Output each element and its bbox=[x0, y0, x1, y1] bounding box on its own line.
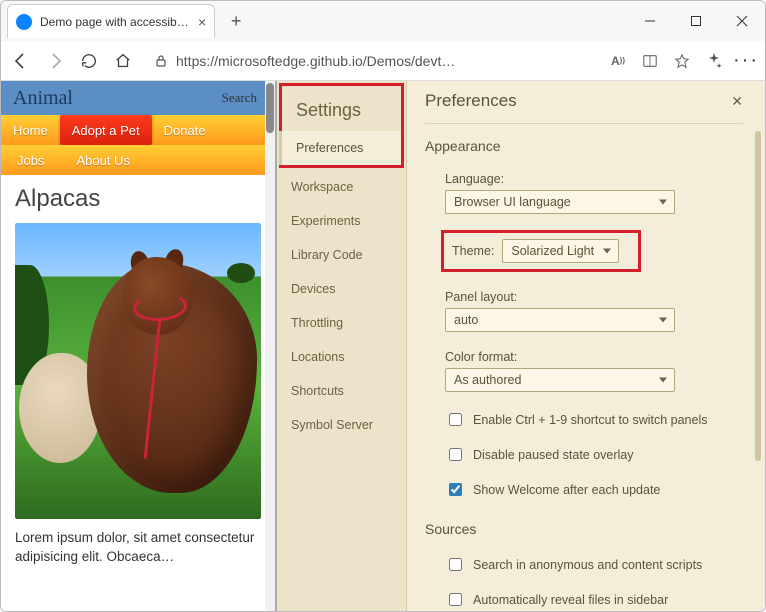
devtools-scrollbar[interactable] bbox=[755, 131, 761, 461]
url-text: https://microsoftedge.github.io/Demos/de… bbox=[176, 53, 456, 69]
read-aloud-icon[interactable]: A)) bbox=[609, 52, 627, 70]
secondary-nav: Jobs About Us bbox=[1, 145, 275, 175]
sidebar-item-preferences[interactable]: Preferences bbox=[279, 131, 401, 165]
refresh-button[interactable] bbox=[79, 51, 99, 71]
primary-nav: Home Adopt a Pet Donate bbox=[1, 115, 275, 145]
sidebar-item-experiments[interactable]: Experiments bbox=[277, 204, 406, 238]
nav-adopt[interactable]: Adopt a Pet bbox=[60, 115, 152, 145]
chk-search-anon[interactable]: Search in anonymous and content scripts bbox=[445, 555, 743, 574]
preferences-title: Preferences bbox=[425, 91, 517, 111]
divider bbox=[425, 123, 743, 124]
highlight-box-sidebar: Settings Preferences bbox=[279, 83, 404, 168]
page-scrollbar[interactable] bbox=[265, 81, 275, 611]
close-tab-icon[interactable]: × bbox=[198, 15, 206, 29]
lock-icon bbox=[154, 54, 168, 68]
sidebar-item-throttling[interactable]: Throttling bbox=[277, 306, 406, 340]
sidebar-item-library[interactable]: Library Code bbox=[277, 238, 406, 272]
forward-button[interactable] bbox=[45, 51, 65, 71]
nav-jobs[interactable]: Jobs bbox=[1, 153, 60, 168]
minimize-button[interactable] bbox=[627, 1, 673, 41]
devtools-settings: Settings Preferences Workspace Experimen… bbox=[277, 81, 765, 611]
theme-label: Theme: bbox=[452, 244, 494, 258]
address-bar[interactable]: https://microsoftedge.github.io/Demos/de… bbox=[147, 48, 595, 74]
url-bar: https://microsoftedge.github.io/Demos/de… bbox=[1, 41, 765, 81]
language-select[interactable]: Browser UI language bbox=[445, 190, 675, 214]
chk-paused-overlay[interactable]: Disable paused state overlay bbox=[445, 445, 743, 464]
favorite-icon[interactable] bbox=[673, 52, 691, 70]
more-menu-button[interactable]: ··· bbox=[737, 52, 755, 70]
page-heading: Alpacas bbox=[15, 185, 261, 213]
maximize-button[interactable] bbox=[673, 1, 719, 41]
panel-layout-select[interactable]: auto bbox=[445, 308, 675, 332]
sidebar-item-symbol[interactable]: Symbol Server bbox=[277, 408, 406, 442]
back-button[interactable] bbox=[11, 51, 31, 71]
nav-home[interactable]: Home bbox=[1, 123, 60, 138]
theme-select[interactable]: Solarized Light bbox=[502, 239, 619, 263]
sidebar-item-locations[interactable]: Locations bbox=[277, 340, 406, 374]
close-settings-button[interactable]: ✕ bbox=[731, 93, 743, 110]
close-window-button[interactable] bbox=[719, 1, 765, 41]
favicon-icon bbox=[16, 14, 32, 30]
color-format-label: Color format: bbox=[445, 350, 743, 364]
chk-reveal-files[interactable]: Automatically reveal files in sidebar bbox=[445, 590, 743, 609]
new-tab-button[interactable]: + bbox=[221, 6, 251, 36]
nav-about[interactable]: About Us bbox=[60, 153, 145, 168]
chk-ctrl-shortcut[interactable]: Enable Ctrl + 1-9 shortcut to switch pan… bbox=[445, 410, 743, 429]
browser-tab[interactable]: Demo page with accessibility iss… × bbox=[7, 4, 215, 38]
section-appearance: Appearance bbox=[425, 138, 743, 154]
preferences-panel: Preferences ✕ Appearance Language: Brows… bbox=[407, 81, 765, 611]
section-sources: Sources bbox=[425, 521, 743, 537]
nav-donate[interactable]: Donate bbox=[152, 123, 218, 138]
article-body: Lorem ipsum dolor, sit amet consectetur … bbox=[15, 529, 261, 567]
settings-heading: Settings bbox=[282, 86, 401, 131]
language-label: Language: bbox=[445, 172, 743, 186]
titlebar: Demo page with accessibility iss… × + bbox=[1, 1, 765, 41]
home-button[interactable] bbox=[113, 51, 133, 71]
sidebar-item-workspace[interactable]: Workspace bbox=[277, 170, 406, 204]
webpage-pane: Animal Search Home Adopt a Pet Donate Jo… bbox=[1, 81, 277, 611]
chk-welcome[interactable]: Show Welcome after each update bbox=[445, 480, 743, 499]
copilot-icon[interactable] bbox=[705, 52, 723, 70]
color-format-select[interactable]: As authored bbox=[445, 368, 675, 392]
site-logo: Animal Search bbox=[1, 81, 275, 115]
settings-sidebar: Settings Preferences Workspace Experimen… bbox=[277, 81, 407, 611]
reader-icon[interactable] bbox=[641, 52, 659, 70]
sidebar-item-shortcuts[interactable]: Shortcuts bbox=[277, 374, 406, 408]
sidebar-item-devices[interactable]: Devices bbox=[277, 272, 406, 306]
tab-title: Demo page with accessibility iss… bbox=[40, 15, 190, 29]
highlight-box-theme: Theme: Solarized Light bbox=[441, 230, 641, 272]
alpaca-photo bbox=[15, 223, 261, 519]
panel-layout-label: Panel layout: bbox=[445, 290, 743, 304]
